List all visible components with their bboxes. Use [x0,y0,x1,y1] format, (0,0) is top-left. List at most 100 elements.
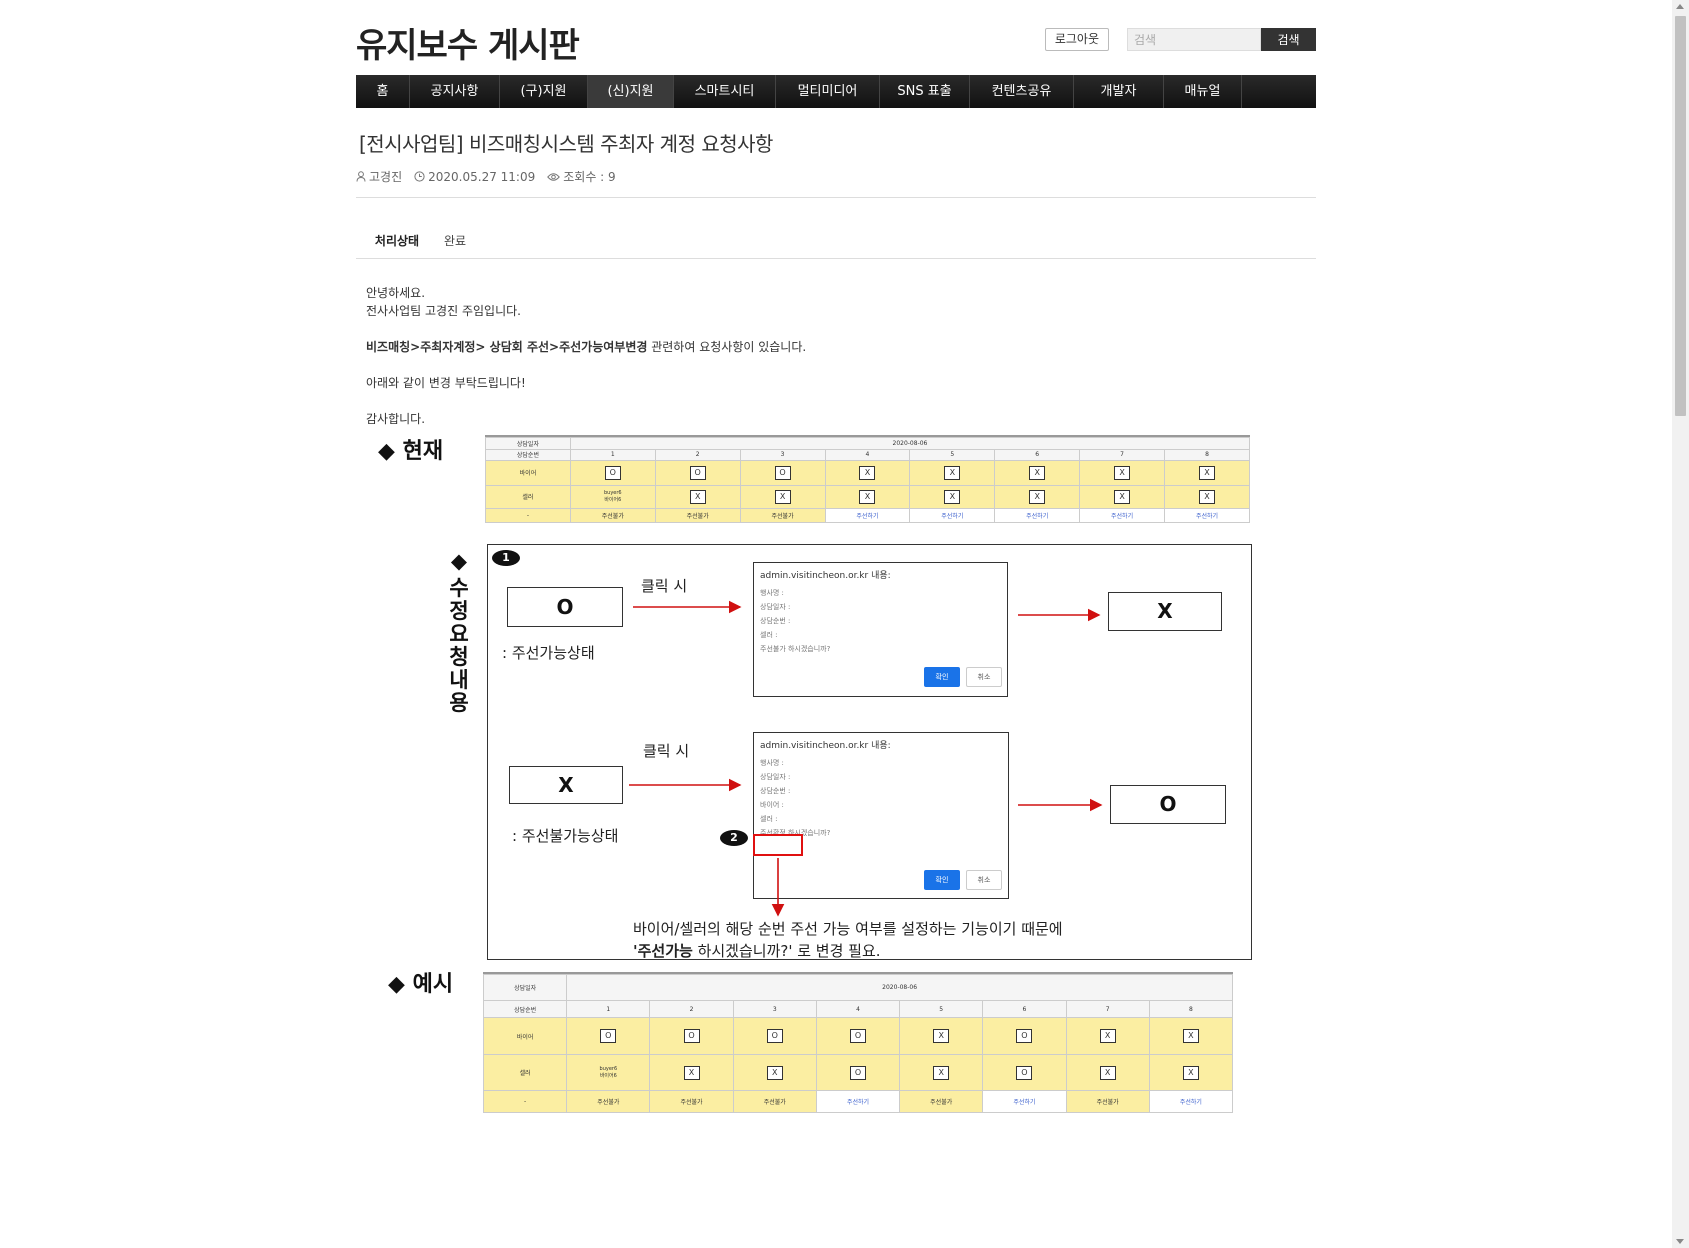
scroll-down-icon[interactable] [1676,1239,1684,1244]
table-cell: 주선불가 [569,507,656,524]
body-line-rest: 관련하여 요청사항이 있습니다. [647,340,807,354]
ox-box: X [683,1065,700,1080]
header-actions: 로그아웃 검색 [1044,28,1316,51]
table-row: - 주선불가 주선불가 주선불가 주선하기 주선하기 주선하기 주선하기 주선하기 [485,507,1250,524]
table-cell: 주선불가 [732,1090,817,1113]
table-cell: X [909,485,996,509]
table-cell: 주선불가 [566,1090,651,1113]
flow-arrows [629,600,1103,917]
ox-box: X [1099,1029,1116,1043]
table-row: 바이어 O O O X X X X X [485,459,1250,487]
table-cell: O [982,1054,1067,1091]
search-input[interactable] [1127,28,1261,51]
table-cell: X [1164,485,1250,509]
ox-box: X [1114,489,1131,504]
body-bold-path: 비즈매칭>주최자계정> 상담회 주선>주선가능여부변경 [366,340,648,354]
nav-item-content-share[interactable]: 컨텐츠공유 [970,75,1074,108]
table-cell: X [1164,459,1250,487]
page-scrollbar[interactable] [1672,0,1689,1248]
clock-icon [414,171,425,182]
table-cell: X [994,459,1081,487]
table-cell: X [1065,1017,1150,1055]
note-line-1: 바이어/셀러의 해당 순번 주선 가능 여부를 설정하는 기능이기 때문에 [633,920,1063,938]
request-diamond: ◆ [450,549,468,573]
table-row: 셀러 buyer6 바이어6 X X O X O X X [482,1054,1234,1091]
nav-item-new-support[interactable]: (신)지원 [588,75,674,108]
note-line-2: '주선가능 하시겠습니까?' 로 변경 필요. [633,940,1063,962]
nav-item-developer[interactable]: 개발자 [1074,75,1164,108]
table-cell: X [1079,459,1165,487]
ox-box: X [1029,489,1046,504]
table-cell: 3 [732,1000,817,1018]
nav-item-old-support[interactable]: (구)지원 [500,75,588,108]
nav-item-manual[interactable]: 매뉴얼 [1164,75,1242,108]
table-row: - 주선불가 주선불가 주선불가 주선하기 주선불가 주선하기 주선불가 주선하기 [482,1090,1234,1113]
table-cell: X [909,459,996,487]
nav-item-home[interactable]: 홈 [356,75,410,108]
post-title: [전시사업팀] 비즈매칭시스템 주최자 계정 요청사항 [359,132,773,156]
ox-box: O [1016,1065,1033,1080]
note-bold: '주선가능 [633,942,693,960]
table-cell: X [732,1054,817,1091]
ox-box: O [849,1065,866,1080]
ox-box: O [1016,1029,1033,1043]
search-button[interactable]: 검색 [1261,28,1316,51]
request-vertical-text: 수정요청내용 [446,577,472,715]
post-author: 고경진 [356,168,402,185]
table-cell: 3 [739,449,826,461]
main-nav: 홈 공지사항 (구)지원 (신)지원 스마트시티 멀티미디어 SNS 표출 컨텐… [356,75,1316,108]
user-icon [356,171,366,182]
table-cell: 7 [1065,1000,1150,1018]
vertical-char: 용 [449,691,469,715]
nav-item-smart-city[interactable]: 스마트시티 [674,75,776,108]
scroll-thumb[interactable] [1675,16,1686,416]
ox-box: X [1114,465,1131,480]
table-cell: O [982,1017,1067,1055]
status-value: 완료 [444,234,467,248]
site-title[interactable]: 유지보수 게시판 [356,18,580,67]
example-label: ◆ 예시 [388,972,454,997]
author-name: 고경진 [369,170,403,184]
table-cell: - [485,507,571,524]
table-cell: 바이어 [482,1017,568,1055]
table-row: 상담순번 1 2 3 4 5 6 7 8 [482,1000,1234,1018]
nav-item-multimedia[interactable]: 멀티미디어 [776,75,880,108]
ox-box: O [766,1029,783,1043]
table-cell: X [649,1054,734,1091]
vertical-char: 내 [449,668,469,692]
ox-box: X [944,465,961,480]
nav-item-notice[interactable]: 공지사항 [410,75,500,108]
example-table: 상담일자 2020-08-06 상담순번 1 2 3 4 5 6 7 8 바이어 O O O O X O X X 셀러 b… [482,972,1234,1113]
table-cell: X [1148,1054,1234,1091]
post-views: 조회수 : 9 [547,168,616,185]
scroll-up-icon[interactable] [1676,4,1684,9]
post-body: 안녕하세요. 전사사업팀 고경진 주임입니다. 비즈매칭>주최자계정> 상담회 … [366,284,806,428]
body-line: 안녕하세요. [366,286,426,300]
ox-box: X [859,489,876,504]
current-label: ◆ 현재 [378,439,444,464]
table-cell: O [649,1017,734,1055]
table-cell: 주선하기 [909,507,996,524]
table-cell: 2020-08-06 [566,974,1233,1001]
body-line: 전사사업팀 고경진 주임입니다. [366,304,521,318]
ox-box: X [1199,489,1215,504]
table-cell: 5 [909,449,996,461]
table-cell: 주선불가 [899,1090,984,1113]
logout-button[interactable]: 로그아웃 [1044,28,1109,51]
table-row: 상담일자 2020-08-06 [485,436,1251,451]
status-label: 처리상태 [374,234,420,248]
views-text: 조회수 : 9 [563,170,616,184]
table-cell: O [815,1017,901,1055]
ox-box: O [600,1029,617,1043]
table-cell: 4 [824,449,911,461]
table-cell: X [899,1054,984,1091]
request-vertical-title: ◆ 수정요청내용 [446,550,472,715]
current-table-grid: 상담일자 2020-08-06 상담순번 1 2 3 4 5 6 7 8 바이어 O O O X X X X X 셀러 b… [485,436,1251,524]
nav-item-sns[interactable]: SNS 표출 [880,75,970,108]
ox-box: O [683,1029,700,1043]
request-figure-image: ◆ 현재 상담일자 2020-08-06 상담순번 1 2 3 4 5 6 7 8 바이어 O O O X X X… [356,420,1316,1120]
table-cell: O [654,459,741,487]
table-row: 상담순번 1 2 3 4 5 6 7 8 [485,449,1250,461]
table-cell: 상담순번 [485,449,571,461]
ox-box: X [944,489,961,504]
